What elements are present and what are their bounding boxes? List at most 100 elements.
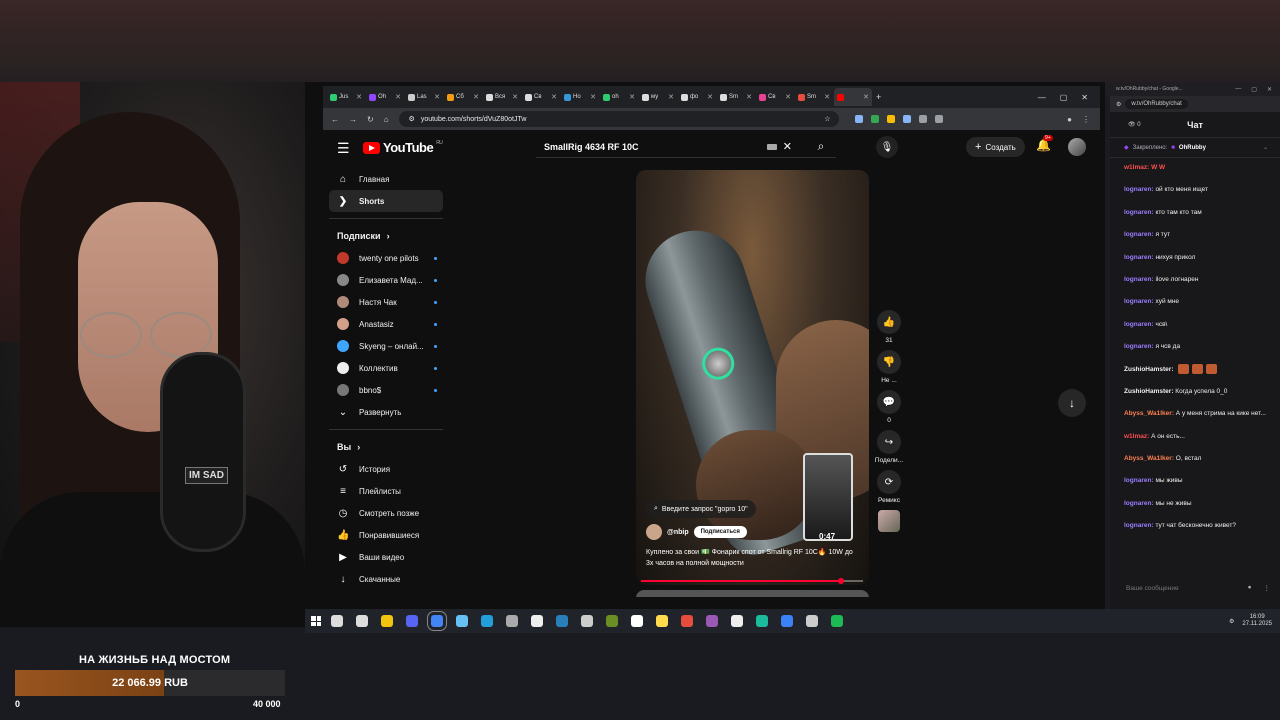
sidebar-item-watch-later[interactable]: ◷ Смотреть позже	[329, 502, 443, 524]
comments-icon[interactable]: 💬	[877, 390, 901, 414]
subscription-item[interactable]: Настя Чак	[329, 291, 443, 313]
taskbar-app-icon[interactable]	[506, 615, 518, 627]
browser-tab[interactable]: Oh ✕	[366, 88, 404, 106]
video-description[interactable]: Куплено за свои 💵 Фонарик спот от Smallr…	[646, 547, 861, 569]
close-tab-icon[interactable]: ✕	[551, 93, 557, 101]
close-tab-icon[interactable]: ✕	[746, 93, 752, 101]
home-icon[interactable]: ⌂	[384, 115, 389, 124]
taskbar-app-icon[interactable]	[706, 615, 718, 627]
emote-icon[interactable]: ●	[1248, 584, 1252, 592]
subscription-item[interactable]: Елизавета Мад...	[329, 269, 443, 291]
taskbar-app-icon[interactable]	[331, 615, 343, 627]
taskbar-app-icon[interactable]	[406, 615, 418, 627]
browser-tab[interactable]: Sm ✕	[795, 88, 833, 106]
address-bar[interactable]: ⚙ youtube.com/shorts/dVuZ80otJTw ☆	[398, 111, 839, 127]
chat-username[interactable]: w1lmaz:	[1124, 164, 1149, 171]
subscription-item[interactable]: Anastasiz	[329, 313, 443, 335]
taskbar-app-icon[interactable]	[756, 615, 768, 627]
browser-tab[interactable]: Вся ✕	[483, 88, 521, 106]
menu-icon[interactable]: ☰	[337, 140, 350, 157]
channel-avatar[interactable]	[646, 524, 662, 540]
chat-username[interactable]: lognaren:	[1124, 522, 1154, 529]
browser-tab[interactable]: Las ✕	[405, 88, 443, 106]
taskbar-app-icon[interactable]	[681, 615, 693, 627]
browser-tab[interactable]: ✕	[834, 88, 872, 106]
share-icon[interactable]: ↪	[877, 430, 901, 454]
browser-tab[interactable]: Но ✕	[561, 88, 599, 106]
close-window-button[interactable]: ✕	[1267, 86, 1272, 93]
taskbar-app-icon[interactable]	[631, 615, 643, 627]
audio-track-thumbnail[interactable]	[878, 510, 900, 532]
taskbar-app-icon[interactable]	[427, 611, 447, 631]
site-info-icon[interactable]: ⚙	[409, 115, 415, 123]
close-tab-icon[interactable]: ✕	[629, 93, 635, 101]
youtube-logo[interactable]: YouTube RU	[363, 140, 443, 155]
maximize-button[interactable]: ▢	[1251, 86, 1257, 93]
comments-action[interactable]: 💬 0	[874, 390, 904, 424]
clock[interactable]: 16:09 27.11.2025	[1242, 614, 1272, 628]
extension-icon[interactable]	[902, 115, 911, 123]
chat-username[interactable]: lognaren:	[1124, 500, 1154, 507]
subscription-item[interactable]: twenty one pilots	[329, 247, 443, 269]
video-progress-bar[interactable]	[641, 578, 863, 584]
clear-search-icon[interactable]: ✕	[783, 140, 792, 153]
close-tab-icon[interactable]: ✕	[395, 93, 401, 101]
search-icon[interactable]: ⌕	[806, 139, 836, 154]
taskbar-app-icon[interactable]	[606, 615, 618, 627]
forward-icon[interactable]: →	[349, 115, 357, 124]
menu-dots-icon[interactable]: ⋮	[1082, 115, 1090, 124]
minimize-button[interactable]: —	[1235, 86, 1241, 93]
short-video-player[interactable]: 0:47 ⌕ Введите запрос "gopro 10" @nbip П…	[636, 170, 869, 585]
chat-username[interactable]: Abyss_Wa1lker:	[1124, 410, 1174, 417]
extension-icon[interactable]	[934, 115, 943, 123]
taskbar-app-icon[interactable]	[781, 615, 793, 627]
like-action[interactable]: 👍 31	[874, 310, 904, 344]
chat-username[interactable]: ZushioHamster:	[1124, 366, 1173, 373]
sidebar-item-playlists[interactable]: ≡ Плейлисты	[329, 480, 443, 502]
close-tab-icon[interactable]: ✕	[668, 93, 674, 101]
channel-name[interactable]: @nbip	[667, 529, 689, 536]
notifications-bell-icon[interactable]: 🔔 9+	[1036, 135, 1053, 152]
browser-tab[interactable]: Св ✕	[756, 88, 794, 106]
minimize-button[interactable]: —	[1038, 93, 1046, 102]
extension-icon[interactable]	[854, 115, 863, 123]
sidebar-item-home[interactable]: ⌂ Главная	[329, 168, 443, 190]
chat-username[interactable]: lognaren:	[1124, 343, 1154, 350]
close-tab-icon[interactable]: ✕	[356, 93, 362, 101]
taskbar-app-icon[interactable]	[556, 615, 568, 627]
chat-username[interactable]: lognaren:	[1124, 186, 1154, 193]
dislike-icon[interactable]: 👎	[877, 350, 901, 374]
maximize-button[interactable]: ▢	[1060, 93, 1068, 102]
taskbar-app-icon[interactable]	[381, 615, 393, 627]
chat-username[interactable]: Abyss_Wa1lker:	[1124, 455, 1174, 462]
close-tab-icon[interactable]: ✕	[824, 93, 830, 101]
browser-tab[interactable]: oh ✕	[600, 88, 638, 106]
sidebar-item-shorts[interactable]: ❯ Shorts	[329, 190, 443, 212]
extension-icon[interactable]	[870, 115, 879, 123]
remix-icon[interactable]: ⟳	[877, 470, 901, 494]
back-icon[interactable]: ←	[331, 115, 339, 124]
chat-settings-icon[interactable]: ⋮	[1264, 584, 1271, 592]
close-tab-icon[interactable]: ✕	[785, 93, 791, 101]
chat-username[interactable]: lognaren:	[1124, 298, 1154, 305]
search-input[interactable]: SmallRig 4634 RF 10C ✕ ⌕	[536, 136, 836, 158]
sidebar-item-your-videos[interactable]: ▶ Ваши видео	[329, 546, 443, 568]
close-tab-icon[interactable]: ✕	[473, 93, 479, 101]
close-window-button[interactable]: ✕	[1081, 93, 1088, 102]
close-tab-icon[interactable]: ✕	[707, 93, 713, 101]
close-tab-icon[interactable]: ✕	[863, 93, 869, 101]
reload-icon[interactable]: ↻	[367, 115, 374, 124]
sound-thumbnail[interactable]	[874, 510, 904, 532]
extension-icon[interactable]	[918, 115, 927, 123]
chat-address-bar[interactable]: ⚙ w.tv/OhRubby/chat	[1110, 96, 1280, 112]
dislike-action[interactable]: 👎 Не ...	[874, 350, 904, 384]
taskbar-app-icon[interactable]	[656, 615, 668, 627]
taskbar-app-icon[interactable]	[531, 615, 543, 627]
network-icon[interactable]: ⚙	[1229, 618, 1234, 625]
taskbar-app-icon[interactable]	[581, 615, 593, 627]
next-short-preview[interactable]	[636, 590, 869, 597]
taskbar-app-icon[interactable]	[456, 615, 468, 627]
expand-subscriptions-button[interactable]: ⌄ Развернуть	[329, 401, 443, 423]
subscription-item[interactable]: Коллектив	[329, 357, 443, 379]
close-tab-icon[interactable]: ✕	[512, 93, 518, 101]
